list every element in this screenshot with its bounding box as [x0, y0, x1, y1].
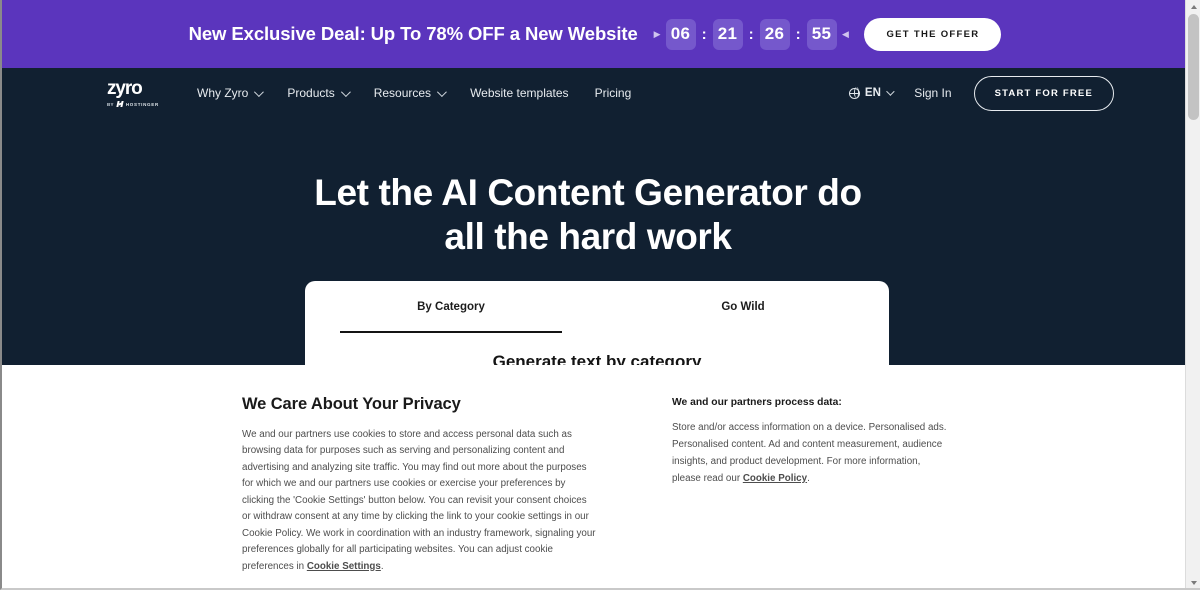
scroll-down-arrow-icon[interactable] [1186, 576, 1200, 588]
tab-label: Go Wild [721, 301, 765, 313]
cookie-right-column: We and our partners process data: Store … [672, 395, 947, 588]
nav-item-resources[interactable]: Resources [373, 86, 447, 100]
scroll-up-arrow-icon[interactable] [1186, 0, 1200, 14]
hero-title-line1: Let the AI Content Generator do [314, 172, 862, 213]
timer-seconds: 26 [759, 18, 790, 50]
hero-title-line2: all the hard work [444, 215, 732, 257]
triangle-left-icon: ▶ [841, 28, 849, 39]
partners-description-end: . [807, 472, 810, 484]
promo-text: New Exclusive Deal: Up To 78% OFF a New … [188, 23, 638, 44]
triangle-right-icon: ▶ [653, 28, 661, 39]
nav-right-group: EN Sign In START FOR FREE [848, 68, 1114, 118]
tab-by-category[interactable]: By Category [305, 297, 597, 333]
cookie-description-text: We and our partners use cookies to store… [242, 429, 596, 572]
timer-hours: 06 [665, 18, 696, 50]
main-navbar: zyro BY HOSTINGER Why Zyro Products Reso… [2, 68, 1188, 118]
cookie-consent-banner: We Care About Your Privacy We and our pa… [4, 365, 1186, 588]
cookie-title: We Care About Your Privacy [242, 395, 461, 413]
chevron-down-icon [437, 86, 447, 97]
scrollbar-thumb[interactable] [1188, 14, 1199, 120]
cookie-policy-link[interactable]: Cookie Policy [743, 473, 807, 484]
countdown-timer: ▶ 06 : 21 : 26 : 55 ▶ [653, 18, 849, 50]
timer-millis: 55 [806, 18, 837, 50]
timer-separator: : [795, 25, 801, 43]
nav-label: Website templates [470, 86, 569, 100]
timer-separator: : [701, 25, 707, 43]
get-the-offer-button[interactable]: GET THE OFFER [864, 17, 1002, 51]
hostinger-h-icon [117, 101, 123, 107]
cookie-left-column: We Care About Your Privacy We and our pa… [242, 395, 598, 588]
nav-label: Products [287, 86, 335, 100]
globe-icon [848, 87, 860, 99]
cookie-settings-link[interactable]: Cookie Settings [307, 561, 381, 572]
logo-byline: BY HOSTINGER [107, 101, 165, 107]
cookie-description: We and our partners use cookies to store… [242, 427, 598, 575]
start-for-free-button[interactable]: START FOR FREE [973, 75, 1114, 111]
chevron-down-icon [340, 86, 351, 97]
nav-links: Why Zyro Products Resources Website temp… [197, 86, 631, 100]
timer-separator: : [748, 25, 754, 43]
zyro-logo[interactable]: zyro BY HOSTINGER [107, 79, 165, 107]
tab-label: By Category [417, 301, 485, 313]
nav-item-why-zyro[interactable]: Why Zyro [197, 86, 265, 100]
nav-label: Pricing [594, 86, 632, 100]
generator-tabs: By Category Go Wild [305, 281, 889, 333]
nav-item-products[interactable]: Products [287, 86, 351, 100]
tab-go-wild[interactable]: Go Wild [597, 297, 889, 333]
timer-minutes: 21 [712, 18, 743, 50]
browser-page: New Exclusive Deal: Up To 78% OFF a New … [0, 0, 1200, 590]
vertical-scrollbar[interactable] [1185, 0, 1200, 588]
logo-wordmark: zyro [107, 78, 143, 99]
nav-item-website-templates[interactable]: Website templates [470, 86, 569, 100]
logo-by-text: BY [107, 101, 114, 107]
partners-description: Store and/or access information on a dev… [672, 420, 947, 487]
promo-banner: New Exclusive Deal: Up To 78% OFF a New … [2, 0, 1188, 68]
logo-brand-text: HOSTINGER [125, 101, 159, 107]
cookie-description-end: . [380, 560, 384, 572]
nav-label: Why Zyro [197, 86, 249, 100]
language-label: EN [864, 87, 882, 99]
chevron-down-icon [886, 87, 895, 96]
page-title: Let the AI Content Generator do all the … [2, 171, 1188, 258]
nav-label: Resources [373, 86, 432, 100]
nav-item-pricing[interactable]: Pricing [595, 86, 632, 100]
chevron-down-icon [254, 86, 265, 97]
partners-title: We and our partners process data: [672, 397, 842, 408]
language-selector[interactable]: EN [848, 87, 895, 99]
sign-in-link[interactable]: Sign In [914, 86, 951, 100]
